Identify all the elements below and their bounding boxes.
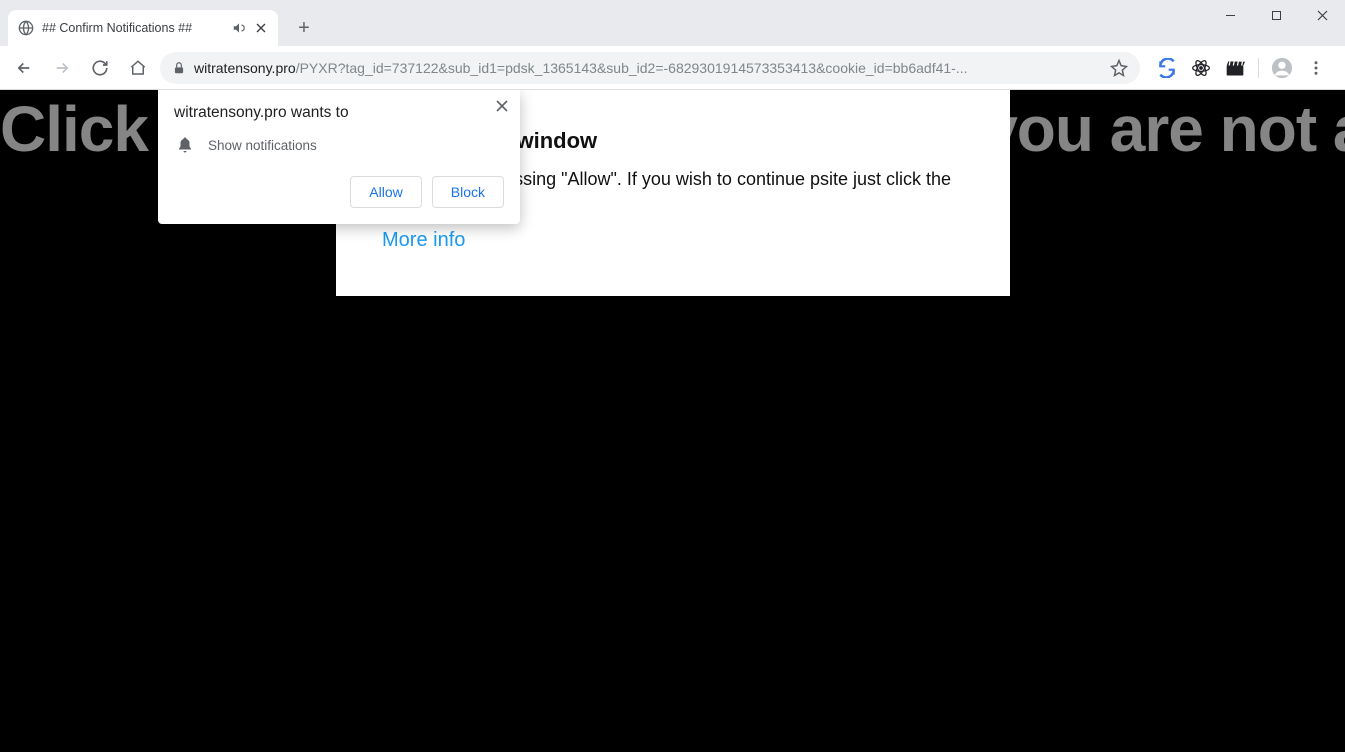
menu-dots-icon[interactable] xyxy=(1305,57,1327,79)
extension-atom-icon[interactable] xyxy=(1190,57,1212,79)
reload-button[interactable] xyxy=(84,52,116,84)
popup-buttons: Allow Block xyxy=(174,176,504,208)
speaker-icon[interactable] xyxy=(232,21,246,35)
window-close-button[interactable] xyxy=(1299,0,1345,30)
page-content: Click the "Allow" button to verify you a… xyxy=(0,90,1345,752)
more-info-link[interactable]: More info xyxy=(382,229,465,251)
browser-tab[interactable]: ## Confirm Notifications ## xyxy=(8,10,278,46)
popup-title: witratensony.pro wants to xyxy=(174,104,504,122)
tab-close-icon[interactable] xyxy=(254,21,268,35)
extension-clapper-icon[interactable] xyxy=(1224,57,1246,79)
url-text: witratensony.pro/PYXR?tag_id=737122&sub_… xyxy=(194,60,1102,76)
globe-icon xyxy=(18,20,34,36)
new-tab-button[interactable]: + xyxy=(290,14,318,42)
url-domain: witratensony.pro xyxy=(194,60,296,76)
address-bar[interactable]: witratensony.pro/PYXR?tag_id=737122&sub_… xyxy=(160,52,1140,84)
allow-button[interactable]: Allow xyxy=(350,176,421,208)
tab-strip: ## Confirm Notifications ## + xyxy=(0,0,1345,46)
toolbar: witratensony.pro/PYXR?tag_id=737122&sub_… xyxy=(0,46,1345,90)
toolbar-divider xyxy=(1258,58,1259,78)
permission-row: Show notifications xyxy=(174,136,504,154)
popup-close-icon[interactable] xyxy=(496,100,508,112)
home-button[interactable] xyxy=(122,52,154,84)
extension-icons xyxy=(1146,57,1337,79)
back-button[interactable] xyxy=(8,52,40,84)
window-controls xyxy=(1207,0,1345,30)
permission-popup: witratensony.pro wants to Show notificat… xyxy=(158,90,520,224)
bell-icon xyxy=(176,136,194,154)
bookmark-star-icon[interactable] xyxy=(1110,59,1128,77)
profile-icon[interactable] xyxy=(1271,57,1293,79)
window-minimize-button[interactable] xyxy=(1207,0,1253,30)
extension-sync-icon[interactable] xyxy=(1156,57,1178,79)
url-path: /PYXR?tag_id=737122&sub_id1=pdsk_1365143… xyxy=(296,60,968,76)
lock-icon[interactable] xyxy=(172,61,186,75)
browser-chrome: ## Confirm Notifications ## + xyxy=(0,0,1345,90)
forward-button[interactable] xyxy=(46,52,78,84)
window-maximize-button[interactable] xyxy=(1253,0,1299,30)
permission-label: Show notifications xyxy=(208,138,317,153)
tab-title: ## Confirm Notifications ## xyxy=(42,21,224,35)
block-button[interactable]: Block xyxy=(432,176,504,208)
